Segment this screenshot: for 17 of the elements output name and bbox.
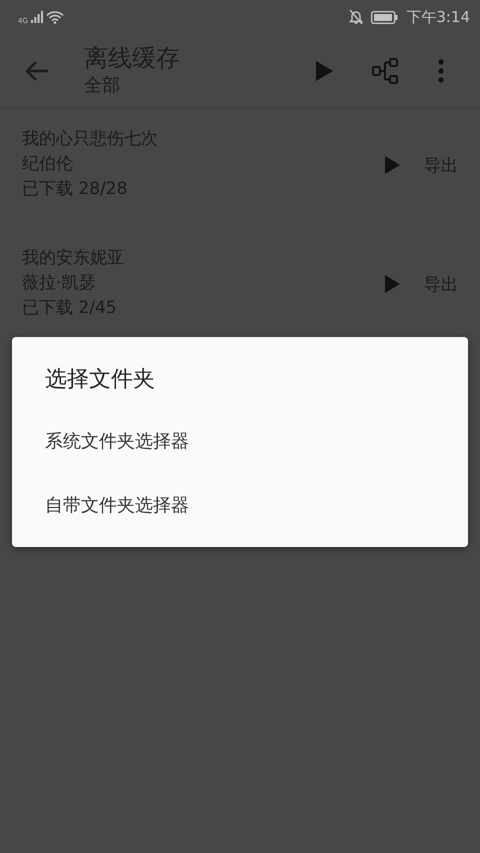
tree-structure-icon [372, 58, 398, 84]
wifi-icon [46, 10, 64, 24]
back-arrow-icon [24, 60, 50, 82]
signal-icon [30, 11, 43, 23]
clock-time: 下午3:14 [406, 8, 470, 26]
play-icon [316, 60, 332, 80]
more-vertical-icon [438, 58, 444, 82]
back-button[interactable] [24, 60, 50, 82]
dialog-option[interactable]: 系统文件夹选择器 [12, 409, 468, 473]
play-button[interactable] [385, 275, 400, 293]
play-icon [385, 156, 400, 174]
play-button[interactable] [385, 156, 400, 174]
play-icon [385, 275, 400, 293]
battery-icon [371, 10, 398, 24]
dialog-option[interactable]: 自带文件夹选择器 [12, 473, 468, 537]
dialog-title: 选择文件夹 [44, 366, 156, 394]
bell-off-icon [349, 9, 364, 25]
